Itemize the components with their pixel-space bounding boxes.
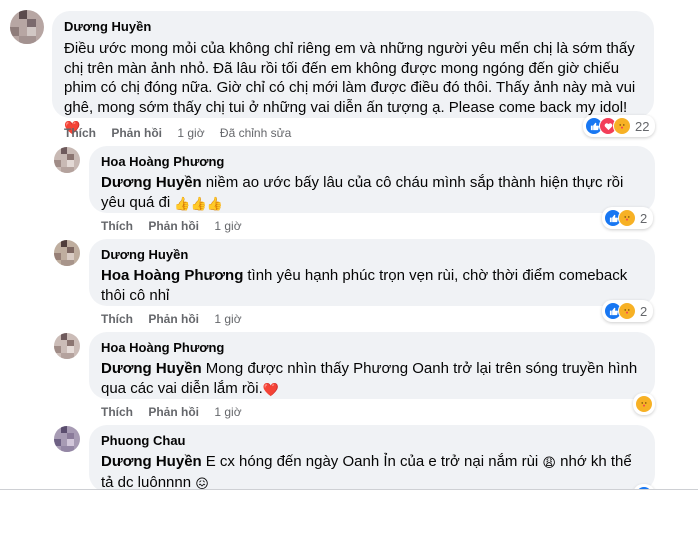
comment-author[interactable]: Hoa Hoàng Phương <box>101 154 643 170</box>
edited-label[interactable]: Đã chỉnh sửa <box>220 126 291 140</box>
comment-time[interactable]: 1 giờ <box>214 312 241 326</box>
comment-text: Điều ước mong mỏi của không chỉ riêng em… <box>64 39 642 138</box>
comment-actions: Thích Phản hồi 1 giờ Đã chỉnh sửa <box>64 125 303 141</box>
reaction-count: 22 <box>635 118 650 134</box>
comment-body: E cx hóng đến ngày Oanh Ỉn của e trở nại… <box>205 453 539 470</box>
reaction-summary[interactable] <box>633 393 655 415</box>
comment-author[interactable]: Hoa Hoàng Phương <box>101 340 643 356</box>
care-icon <box>618 302 636 320</box>
comment-time[interactable]: 1 giờ <box>214 405 241 419</box>
comment-body: Điều ước mong mỏi của không chỉ riêng em… <box>64 40 636 116</box>
care-icon <box>618 209 636 227</box>
divider <box>0 489 698 490</box>
reaction-summary[interactable]: 2 <box>602 300 654 322</box>
like-button[interactable]: Thích <box>101 219 133 233</box>
like-button[interactable]: Thích <box>101 405 133 419</box>
comment-actions: Thích Phản hồi 1 giờ <box>101 218 254 234</box>
avatar[interactable] <box>54 426 80 452</box>
comment-bubble: Hoa Hoàng Phương Dương Huyền Mong được nh… <box>89 332 655 399</box>
mention-tag[interactable]: Dương Huyền <box>101 453 202 470</box>
comment-author[interactable]: Phuong Chau <box>101 433 643 449</box>
weary-face-emoji-icon: 😩 <box>542 455 556 470</box>
reaction-count: 2 <box>640 303 648 319</box>
heart-emoji-icon: ❤️ <box>262 382 279 397</box>
comment-bubble: Dương Huyền Điều ước mong mỏi của không … <box>52 11 654 135</box>
like-button[interactable]: Thích <box>101 312 133 326</box>
confounded-face-emoji-icon: 😖 <box>195 476 209 490</box>
comment-bubble: Dương Huyền Hoa Hoàng Phương tình yêu hạn… <box>89 239 655 306</box>
care-icon <box>635 395 653 413</box>
thumbs-up-emoji-icon: 👍👍👍 <box>174 196 223 211</box>
like-button[interactable]: Thích <box>64 126 96 140</box>
avatar[interactable] <box>10 10 44 44</box>
comment-bubble: Hoa Hoàng Phương Dương Huyền niềm ao ước … <box>89 146 655 213</box>
comment-thread: Dương Huyền Điều ước mong mỏi của không … <box>0 0 698 490</box>
care-icon <box>613 117 631 135</box>
comment-author[interactable]: Dương Huyền <box>101 247 643 263</box>
comment-time[interactable]: 1 giờ <box>177 126 204 140</box>
reply-button[interactable]: Phản hồi <box>148 405 199 419</box>
avatar[interactable] <box>54 240 80 266</box>
reaction-summary[interactable]: 22 <box>583 115 656 137</box>
comment-author[interactable]: Dương Huyền <box>64 19 642 35</box>
comment-text: Dương Huyền Mong được nhìn thấy Phương Oa… <box>101 359 643 400</box>
comment-actions: Thích Phản hồi 1 giờ <box>101 404 254 420</box>
reaction-count: 2 <box>640 210 648 226</box>
avatar[interactable] <box>54 333 80 359</box>
comment-text: Dương Huyền E cx hóng đến ngày Oanh Ỉn củ… <box>101 452 643 490</box>
mention-tag[interactable]: Hoa Hoàng Phương <box>101 267 243 284</box>
comment-text: Dương Huyền niềm ao ước bấy lâu của cô ch… <box>101 173 643 214</box>
mention-tag[interactable]: Dương Huyền <box>101 360 202 377</box>
reaction-summary[interactable]: 2 <box>602 207 654 229</box>
comment-actions: Thích Phản hồi 1 giờ <box>101 311 254 327</box>
reply-button[interactable]: Phản hồi <box>148 219 199 233</box>
reply-button[interactable]: Phản hồi <box>148 312 199 326</box>
avatar[interactable] <box>54 147 80 173</box>
comment-time[interactable]: 1 giờ <box>214 219 241 233</box>
mention-tag[interactable]: Dương Huyền <box>101 174 202 191</box>
comment-text: Hoa Hoàng Phương tình yêu hạnh phúc trọn … <box>101 266 643 306</box>
comment-bubble: Phuong Chau Dương Huyền E cx hóng đến ngà… <box>89 425 655 490</box>
reply-button[interactable]: Phản hồi <box>111 126 162 140</box>
